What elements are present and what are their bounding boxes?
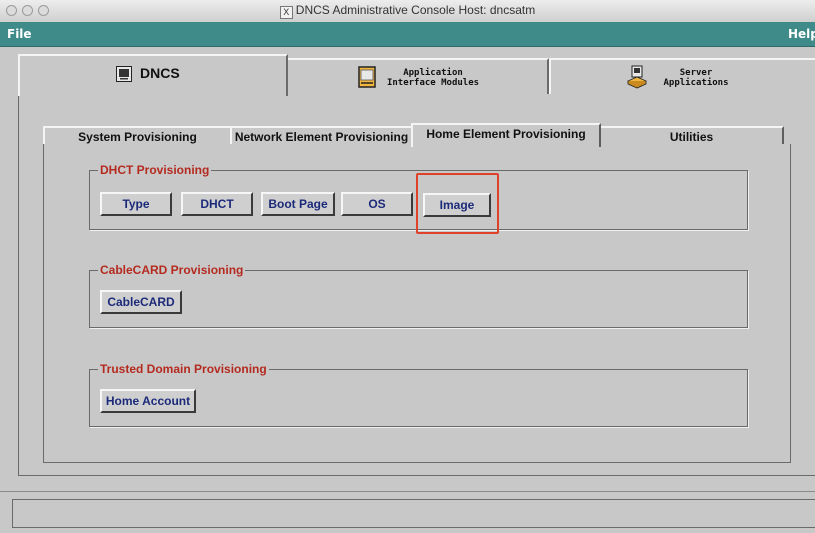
- x11-icon: X: [279, 6, 293, 19]
- tab-server-label-line2: Applications: [663, 78, 729, 88]
- tab-server-applications[interactable]: Server Applications: [549, 58, 815, 94]
- cablecard-button[interactable]: CableCARD: [100, 290, 182, 314]
- server-icon: [627, 65, 647, 89]
- status-bar: [12, 499, 815, 528]
- image-button-highlight: [416, 173, 499, 234]
- tab-application-interface-modules[interactable]: Application Interface Modules: [286, 58, 549, 94]
- home-account-button[interactable]: Home Account: [100, 389, 196, 413]
- os-button[interactable]: OS: [341, 192, 413, 216]
- menubar: File Help: [0, 22, 815, 47]
- boot-page-button[interactable]: Boot Page: [261, 192, 335, 216]
- status-separator: [0, 491, 815, 492]
- tab-aim-label: Application Interface Modules: [383, 68, 483, 88]
- type-button[interactable]: Type: [100, 192, 172, 216]
- monitor-icon: [116, 66, 132, 82]
- tab-server-label: Server Applications: [651, 68, 741, 88]
- menu-file[interactable]: File: [7, 27, 32, 41]
- cablecard-provisioning-group: CableCARD Provisioning: [89, 263, 748, 328]
- tab-server-label-line1: Server: [679, 68, 713, 78]
- tab-dncs[interactable]: DNCS: [18, 54, 288, 96]
- tab-network-element-provisioning[interactable]: Network Element Provisioning: [230, 126, 413, 146]
- tab-home-element-provisioning[interactable]: Home Element Provisioning: [411, 123, 601, 147]
- window-title: X DNCS Administrative Console Host: dncsa…: [0, 3, 815, 19]
- tab-dncs-label: DNCS: [140, 65, 180, 81]
- tab-system-provisioning[interactable]: System Provisioning: [43, 126, 232, 146]
- cablecard-provisioning-legend: CableCARD Provisioning: [98, 263, 246, 277]
- dhct-button[interactable]: DHCT: [181, 192, 253, 216]
- tab-utilities[interactable]: Utilities: [599, 126, 784, 146]
- trusted-domain-provisioning-legend: Trusted Domain Provisioning: [98, 362, 269, 376]
- window-title-text: DNCS Administrative Console Host: dncsat…: [295, 3, 536, 17]
- dhct-provisioning-legend: DHCT Provisioning: [98, 163, 212, 177]
- menu-help[interactable]: Help: [788, 27, 815, 41]
- tab-aim-label-line2: Interface Modules: [386, 78, 480, 88]
- window-titlebar: X DNCS Administrative Console Host: dncsa…: [0, 0, 815, 23]
- tab-aim-label-line1: Application: [403, 68, 463, 78]
- document-icon: [358, 66, 376, 88]
